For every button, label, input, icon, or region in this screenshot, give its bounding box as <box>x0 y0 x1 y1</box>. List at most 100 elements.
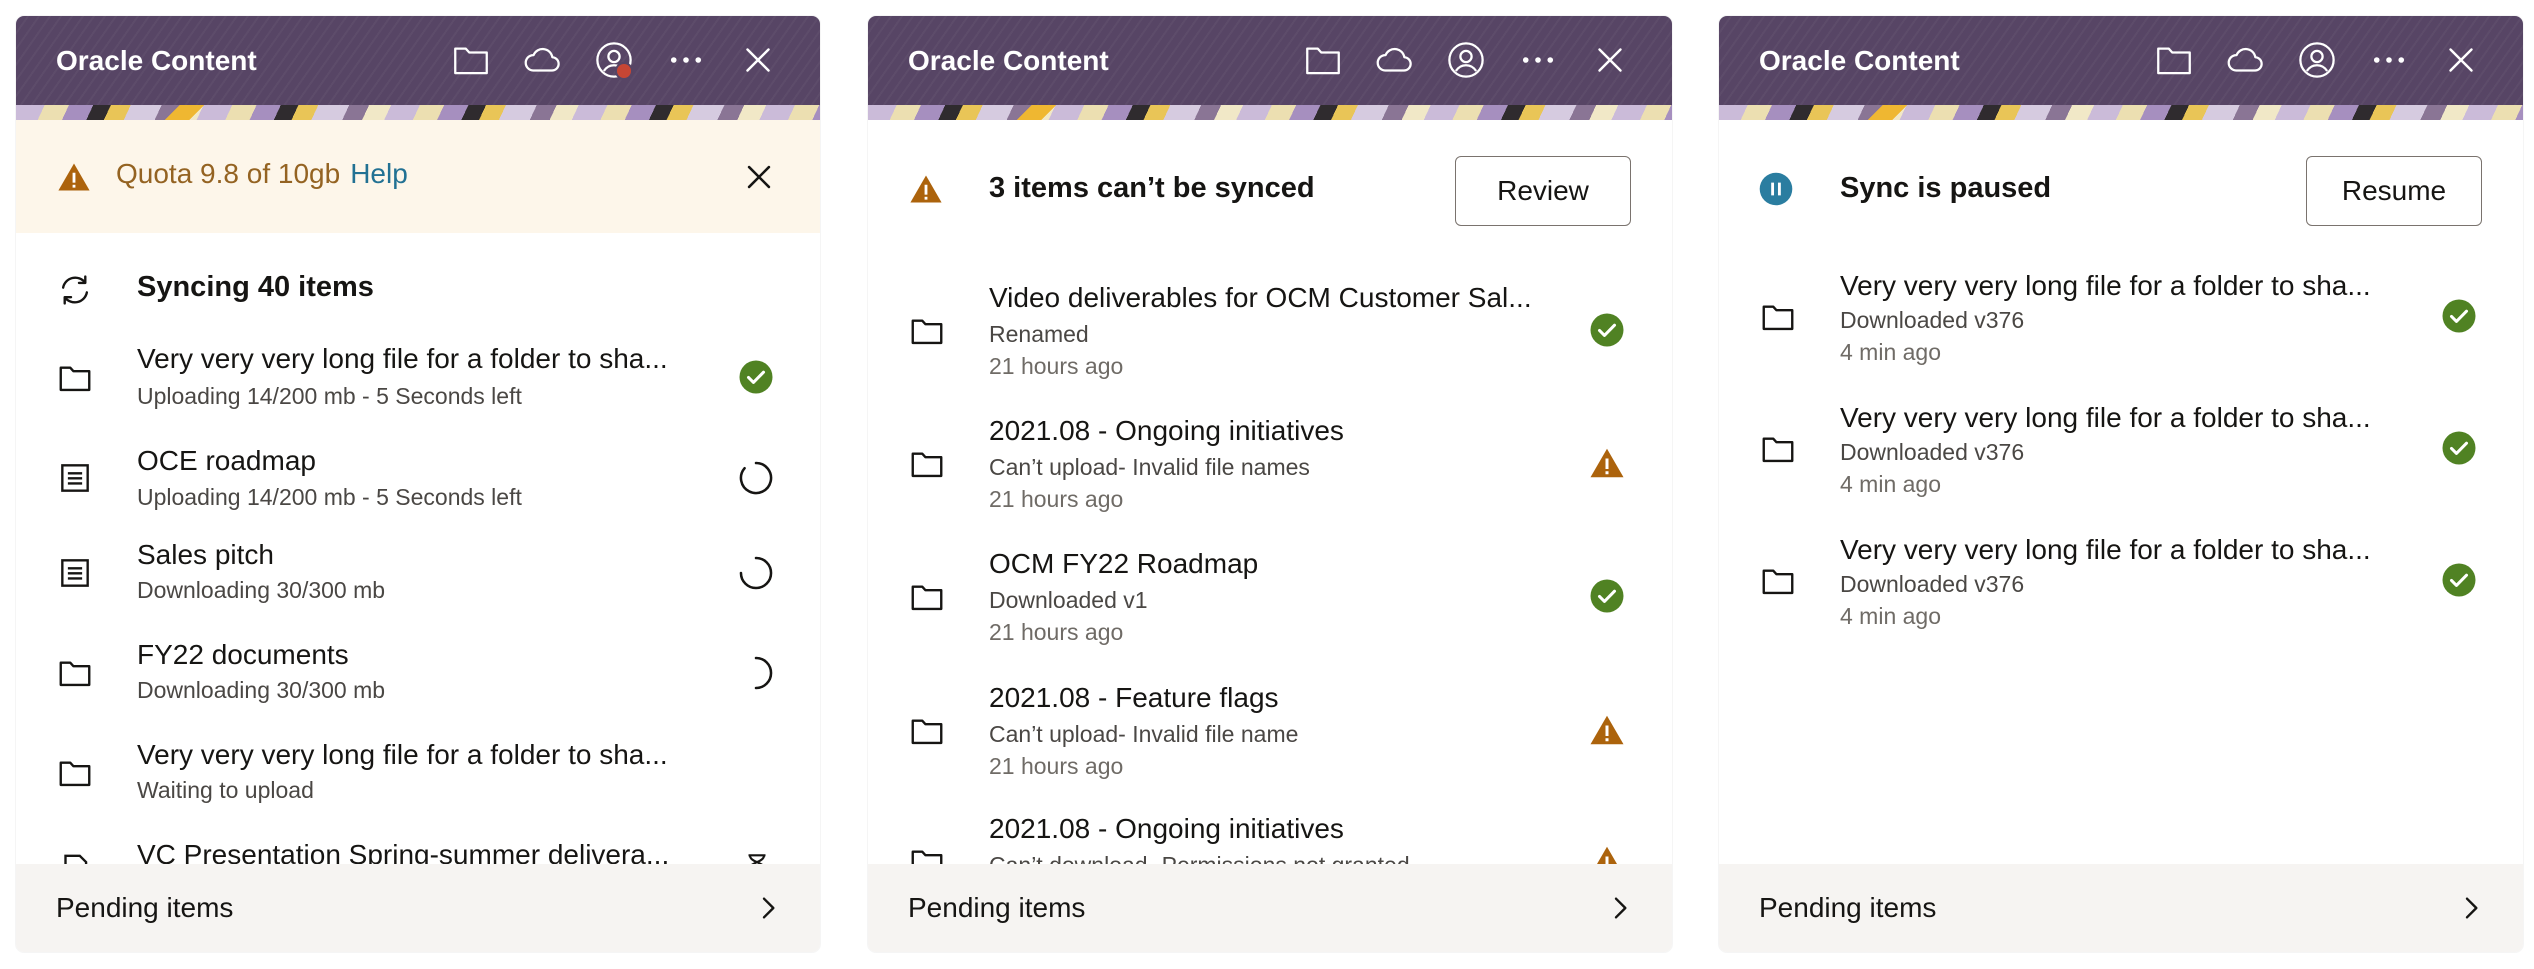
app-title: Oracle Content <box>1759 45 1960 76</box>
item-status-text: Uploading 14/200 mb - 5 Seconds left <box>137 484 522 510</box>
sync-panel-syncing: Oracle Content Quota 9.8 of 10gb Help Syn… <box>16 16 820 952</box>
folder-icon <box>908 312 946 350</box>
folder-icon <box>908 843 946 864</box>
status-text: 3 items can’t be synced <box>989 172 1315 204</box>
more-icon[interactable] <box>2368 39 2410 81</box>
sync-status: 3 items can’t be synced Review <box>868 120 1672 250</box>
sync-icon <box>61 275 89 305</box>
folder-icon[interactable] <box>1302 39 1344 81</box>
item-name: 2021.08 - Feature flags <box>989 682 1279 713</box>
warning-icon <box>1589 712 1625 748</box>
close-icon[interactable] <box>2440 39 2482 81</box>
user-icon[interactable] <box>2296 39 2338 81</box>
more-icon[interactable] <box>665 39 707 81</box>
item-name: 2021.08 - Ongoing initiatives <box>989 415 1344 446</box>
ppt-file-icon <box>56 851 94 864</box>
sync-status: Sync is paused Resume <box>1719 120 2523 250</box>
item-status-text: Renamed <box>989 321 1089 347</box>
item-time: 21 hours ago <box>989 753 1124 779</box>
cloud-icon[interactable] <box>1373 39 1415 81</box>
list-item[interactable]: OCE roadmap Uploading 14/200 mb - 5 Seco… <box>16 429 820 529</box>
warning-icon <box>1589 445 1625 481</box>
item-status-text: Downloaded v376 <box>1840 307 2025 333</box>
list-item[interactable]: Very very very long file for a folder to… <box>16 329 820 429</box>
item-status-text: Can’t download- Permissions not granted <box>989 852 1410 864</box>
item-time: 21 hours ago <box>989 353 1124 379</box>
item-status-text: Downloading 30/300 mb <box>137 677 386 703</box>
resume-button[interactable]: Resume <box>2306 156 2482 226</box>
status-text: Syncing 40 items <box>137 271 374 303</box>
list-item[interactable]: 2021.08 - Feature flags Can’t upload- In… <box>868 666 1672 796</box>
folder-icon <box>908 578 946 616</box>
item-status-text: Waiting to upload <box>137 777 314 803</box>
quota-text: Quota 9.8 of 10gb Help <box>116 158 408 190</box>
close-icon[interactable] <box>742 160 776 194</box>
chevron-right-icon <box>2455 892 2487 924</box>
list-item[interactable]: Very very very long file for a folder to… <box>1719 514 2523 646</box>
item-name: Very very very long file for a folder to… <box>137 739 668 770</box>
quota-alert: Quota 9.8 of 10gb Help <box>16 120 820 233</box>
pending-items-button[interactable]: Pending items <box>1719 864 2523 952</box>
warning-icon <box>58 163 90 191</box>
item-status-text: Downloading 30/300 mb <box>137 577 386 603</box>
item-name: Very very very long file for a folder to… <box>137 343 668 374</box>
warning-icon <box>908 172 944 206</box>
list-item[interactable]: Sales pitch Downloading 30/300 mb <box>16 529 820 629</box>
item-time: 4 min ago <box>1840 471 1942 497</box>
pause-icon <box>1759 172 1793 206</box>
item-name: VC Presentation Spring-summer delivera..… <box>137 839 670 864</box>
item-status-text: Downloaded v1 <box>989 587 1148 613</box>
cloud-icon[interactable] <box>521 39 563 81</box>
list-item[interactable]: VC Presentation Spring-summer delivera..… <box>16 829 820 864</box>
pending-items-button[interactable]: Pending items <box>16 864 820 952</box>
item-name: OCM FY22 Roadmap <box>989 548 1259 579</box>
item-name: Very very very long file for a folder to… <box>1840 270 2371 301</box>
close-icon[interactable] <box>737 39 779 81</box>
folder-icon <box>56 654 94 692</box>
pending-items-label: Pending items <box>908 892 1086 923</box>
list-item[interactable]: 2021.08 - Ongoing initiatives Can’t uplo… <box>868 399 1672 529</box>
spinner-icon <box>737 654 775 692</box>
check-circle-icon <box>1589 578 1625 614</box>
item-status-text: Downloaded v376 <box>1840 571 2025 597</box>
item-time: 21 hours ago <box>989 486 1124 512</box>
help-link[interactable]: Help <box>350 158 408 189</box>
document-icon <box>56 554 94 592</box>
folder-icon[interactable] <box>450 39 492 81</box>
item-status-text: Downloaded v376 <box>1840 439 2025 465</box>
list-item[interactable]: Very very very long file for a folder to… <box>16 729 820 829</box>
warning-icon <box>1589 843 1625 864</box>
folder-icon <box>56 359 94 397</box>
item-name: Video deliverables for OCM Customer Sal.… <box>989 282 1532 313</box>
check-circle-icon <box>2441 298 2477 334</box>
notification-badge <box>615 62 633 80</box>
folder-icon[interactable] <box>2153 39 2195 81</box>
folder-icon <box>1759 430 1797 468</box>
pending-items-label: Pending items <box>1759 892 1937 923</box>
item-time: 21 hours ago <box>989 619 1124 645</box>
pending-items-button[interactable]: Pending items <box>868 864 1672 952</box>
decorative-banner <box>16 105 820 120</box>
list-item[interactable]: Very very very long file for a folder to… <box>1719 382 2523 514</box>
user-icon[interactable] <box>1445 39 1487 81</box>
item-time: 4 min ago <box>1840 339 1942 365</box>
folder-icon <box>1759 298 1797 336</box>
item-name: FY22 documents <box>137 639 349 670</box>
folder-icon <box>56 754 94 792</box>
more-icon[interactable] <box>1517 39 1559 81</box>
list-item[interactable]: Video deliverables for OCM Customer Sal.… <box>868 266 1672 396</box>
folder-icon <box>1759 562 1797 600</box>
list-item[interactable]: OCM FY22 Roadmap Downloaded v1 21 hours … <box>868 532 1672 662</box>
folder-icon <box>908 445 946 483</box>
cloud-icon[interactable] <box>2224 39 2266 81</box>
close-icon[interactable] <box>1589 39 1631 81</box>
item-name: Very very very long file for a folder to… <box>1840 402 2371 433</box>
item-name: 2021.08 - Ongoing initiatives <box>989 813 1344 844</box>
list-item[interactable]: 2021.08 - Ongoing initiatives Can’t down… <box>868 797 1672 864</box>
list-item[interactable]: Very very very long file for a folder to… <box>1719 250 2523 382</box>
title-bar: Oracle Content <box>16 16 820 105</box>
item-status-text: Uploading 14/200 mb - 5 Seconds left <box>137 383 522 409</box>
review-button[interactable]: Review <box>1455 156 1631 226</box>
list-item[interactable]: FY22 documents Downloading 30/300 mb <box>16 629 820 729</box>
item-status-text: Can’t upload- Invalid file name <box>989 721 1299 747</box>
